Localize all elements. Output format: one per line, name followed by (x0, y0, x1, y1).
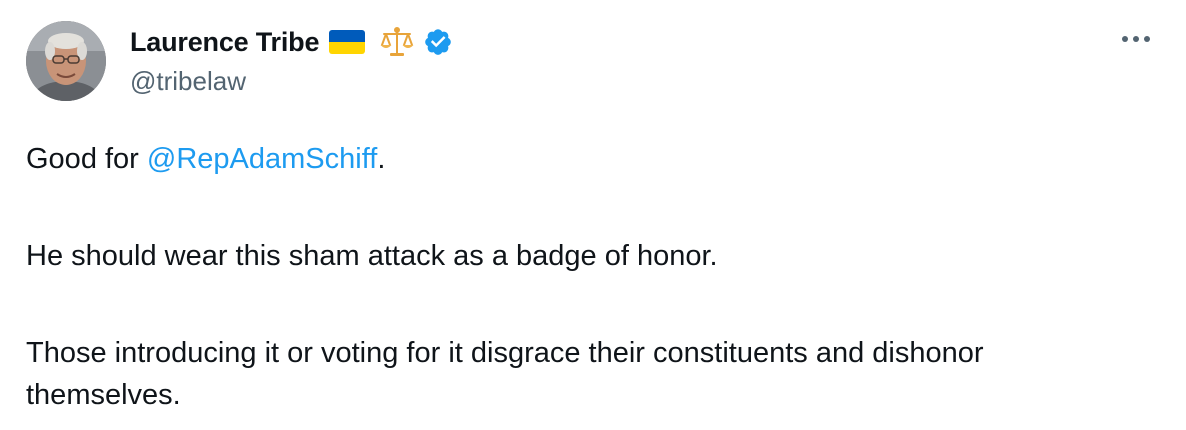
ukraine-flag-icon (329, 30, 366, 54)
tweet-text-prefix: Good for (26, 143, 147, 175)
author-handle[interactable]: @tribelaw (130, 66, 246, 97)
tweet-text: Good for @RepAdamSchiff. He should wear … (26, 138, 1146, 416)
avatar-portrait (26, 21, 106, 101)
more-horizontal-icon (1122, 36, 1150, 42)
author-name-row: Laurence Tribe (130, 24, 453, 60)
author-display-name[interactable]: Laurence Tribe (130, 27, 319, 58)
more-options-button[interactable] (1118, 24, 1154, 54)
mention-link[interactable]: @RepAdamSchiff (147, 143, 377, 175)
tweet-paragraph-2: He should wear this sham attack as a bad… (26, 240, 718, 272)
tweet-text-suffix: . (377, 143, 386, 175)
tweet-paragraph-1: Good for @RepAdamSchiff. (26, 138, 1146, 180)
tweet-paragraph-3: Those introducing it or voting for it di… (26, 337, 984, 411)
avatar[interactable] (26, 21, 106, 101)
verified-badge-icon (423, 27, 453, 57)
tweet-card: Laurence Tribe @tribelaw Good for @RepAd… (0, 0, 1186, 430)
balance-scale-icon (379, 26, 415, 58)
